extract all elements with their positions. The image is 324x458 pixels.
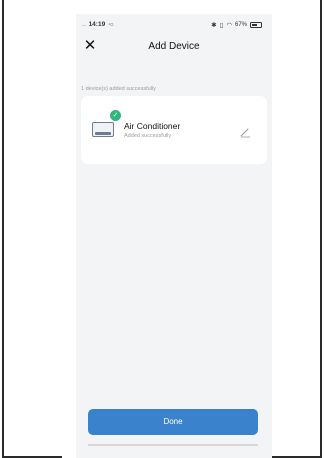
- success-message: 1 device(s) added successfully: [81, 86, 156, 92]
- status-right: ✱ ▯ ◠ 67%: [211, 21, 262, 29]
- signal-dots: ....: [82, 21, 86, 28]
- ac-body: [92, 122, 114, 137]
- battery-icon: [250, 22, 262, 28]
- home-indicator: [88, 444, 258, 446]
- status-time: 14:19: [88, 21, 106, 28]
- phone-screen: .... 14:19 ⁴G ✱ ▯ ◠ 67% ✕ Add Device 1 d…: [76, 14, 272, 458]
- edit-pencil-icon[interactable]: [239, 126, 251, 138]
- status-left: .... 14:19 ⁴G: [82, 21, 114, 28]
- bluetooth-icon: ✱: [211, 22, 217, 29]
- device-status: Added successfully: [124, 133, 172, 139]
- page-title: Add Device: [148, 41, 200, 52]
- frame-border-left: [2, 0, 4, 458]
- network-indicator: ⁴G: [108, 22, 114, 27]
- wifi-icon: ◠: [226, 22, 232, 29]
- device-name: Air Conditioner: [124, 121, 181, 131]
- battery-percent: 67%: [234, 22, 247, 28]
- battery-fill: [252, 24, 258, 26]
- check-icon: ✓: [110, 110, 121, 121]
- air-conditioner-icon: [92, 122, 114, 138]
- vibrate-icon: ▯: [219, 22, 224, 29]
- frame-border-right: [320, 0, 322, 458]
- header-bar: ✕ Add Device: [76, 38, 272, 56]
- device-card[interactable]: ✓ Air Conditioner Added successfully: [81, 96, 267, 164]
- done-button[interactable]: Done: [88, 409, 258, 435]
- status-bar: .... 14:19 ⁴G ✱ ▯ ◠ 67%: [76, 20, 272, 32]
- ac-vent: [95, 132, 111, 135]
